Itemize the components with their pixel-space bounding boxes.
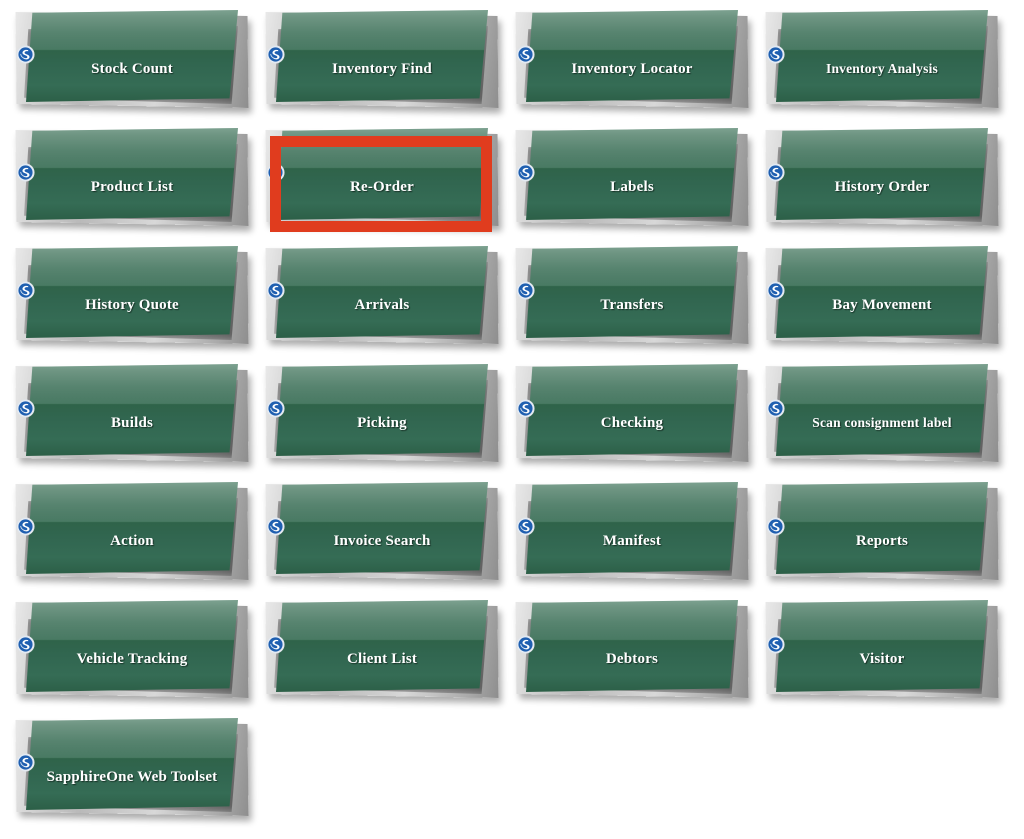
tile-face bbox=[26, 246, 238, 338]
tile-face bbox=[26, 718, 238, 810]
menu-tile[interactable]: Vehicle Tracking bbox=[8, 596, 254, 706]
sapphireone-logo-icon bbox=[15, 516, 36, 537]
sapphireone-logo-icon bbox=[15, 162, 36, 183]
menu-tile[interactable]: Arrivals bbox=[258, 242, 504, 352]
sapphireone-logo-icon bbox=[265, 398, 286, 419]
sapphireone-logo-icon bbox=[765, 44, 786, 65]
menu-tile[interactable]: Action bbox=[8, 478, 254, 588]
tile-face bbox=[526, 482, 738, 574]
sapphireone-logo-icon bbox=[515, 516, 536, 537]
tile-face bbox=[776, 246, 988, 338]
sapphireone-logo-icon bbox=[765, 398, 786, 419]
sapphireone-logo-icon bbox=[515, 634, 536, 655]
tile-face bbox=[26, 482, 238, 574]
tile-face bbox=[776, 482, 988, 574]
sapphireone-logo-icon bbox=[515, 162, 536, 183]
sapphireone-logo-icon bbox=[265, 516, 286, 537]
sapphireone-logo-icon bbox=[15, 398, 36, 419]
menu-tile[interactable]: Stock Count bbox=[8, 6, 254, 116]
menu-tile[interactable]: Transfers bbox=[508, 242, 754, 352]
sapphireone-logo-icon bbox=[765, 516, 786, 537]
menu-tile[interactable]: Reports bbox=[758, 478, 1004, 588]
menu-tile[interactable]: Invoice Search bbox=[258, 478, 504, 588]
sapphireone-logo-icon bbox=[15, 280, 36, 301]
menu-tile[interactable]: Scan consignment label bbox=[758, 360, 1004, 470]
tile-face bbox=[526, 600, 738, 692]
menu-tile[interactable]: Product List bbox=[8, 124, 254, 234]
sapphireone-logo-icon bbox=[765, 634, 786, 655]
sapphireone-logo-icon bbox=[15, 752, 36, 773]
tile-face bbox=[276, 482, 488, 574]
menu-tile[interactable]: Builds bbox=[8, 360, 254, 470]
tile-face bbox=[776, 600, 988, 692]
menu-tile[interactable]: Visitor bbox=[758, 596, 1004, 706]
menu-tile[interactable]: Re-Order bbox=[258, 124, 504, 234]
sapphireone-logo-icon bbox=[765, 162, 786, 183]
tile-face bbox=[276, 246, 488, 338]
tile-face bbox=[276, 364, 488, 456]
menu-tile[interactable]: Labels bbox=[508, 124, 754, 234]
menu-tile[interactable]: Bay Movement bbox=[758, 242, 1004, 352]
menu-tile[interactable]: Inventory Analysis bbox=[758, 6, 1004, 116]
tile-face bbox=[526, 364, 738, 456]
tile-face bbox=[776, 10, 988, 102]
menu-tile[interactable]: SapphireOne Web Toolset bbox=[8, 714, 254, 824]
sapphireone-logo-icon bbox=[265, 44, 286, 65]
tile-face bbox=[26, 364, 238, 456]
menu-tile[interactable]: Debtors bbox=[508, 596, 754, 706]
tile-face bbox=[776, 128, 988, 220]
sapphireone-logo-icon bbox=[265, 280, 286, 301]
menu-grid: Stock Count Inventory Find Inventory Locat… bbox=[0, 0, 1024, 839]
sapphireone-logo-icon bbox=[265, 634, 286, 655]
sapphireone-logo-icon bbox=[265, 162, 286, 183]
tile-face bbox=[526, 128, 738, 220]
menu-tile[interactable]: Manifest bbox=[508, 478, 754, 588]
sapphireone-logo-icon bbox=[515, 398, 536, 419]
tile-face bbox=[26, 600, 238, 692]
sapphireone-logo-icon bbox=[15, 44, 36, 65]
tile-face bbox=[276, 600, 488, 692]
menu-tile[interactable]: Client List bbox=[258, 596, 504, 706]
menu-tile[interactable]: Inventory Find bbox=[258, 6, 504, 116]
menu-tile[interactable]: History Order bbox=[758, 124, 1004, 234]
menu-tile[interactable]: Picking bbox=[258, 360, 504, 470]
tile-face bbox=[276, 128, 488, 220]
sapphireone-logo-icon bbox=[765, 280, 786, 301]
tile-face bbox=[526, 246, 738, 338]
tile-face bbox=[776, 364, 988, 456]
tile-face bbox=[26, 10, 238, 102]
sapphireone-logo-icon bbox=[515, 280, 536, 301]
sapphireone-logo-icon bbox=[515, 44, 536, 65]
tile-face bbox=[526, 10, 738, 102]
menu-tile[interactable]: History Quote bbox=[8, 242, 254, 352]
tile-face bbox=[26, 128, 238, 220]
menu-tile[interactable]: Checking bbox=[508, 360, 754, 470]
menu-tile[interactable]: Inventory Locator bbox=[508, 6, 754, 116]
sapphireone-logo-icon bbox=[15, 634, 36, 655]
tile-face bbox=[276, 10, 488, 102]
